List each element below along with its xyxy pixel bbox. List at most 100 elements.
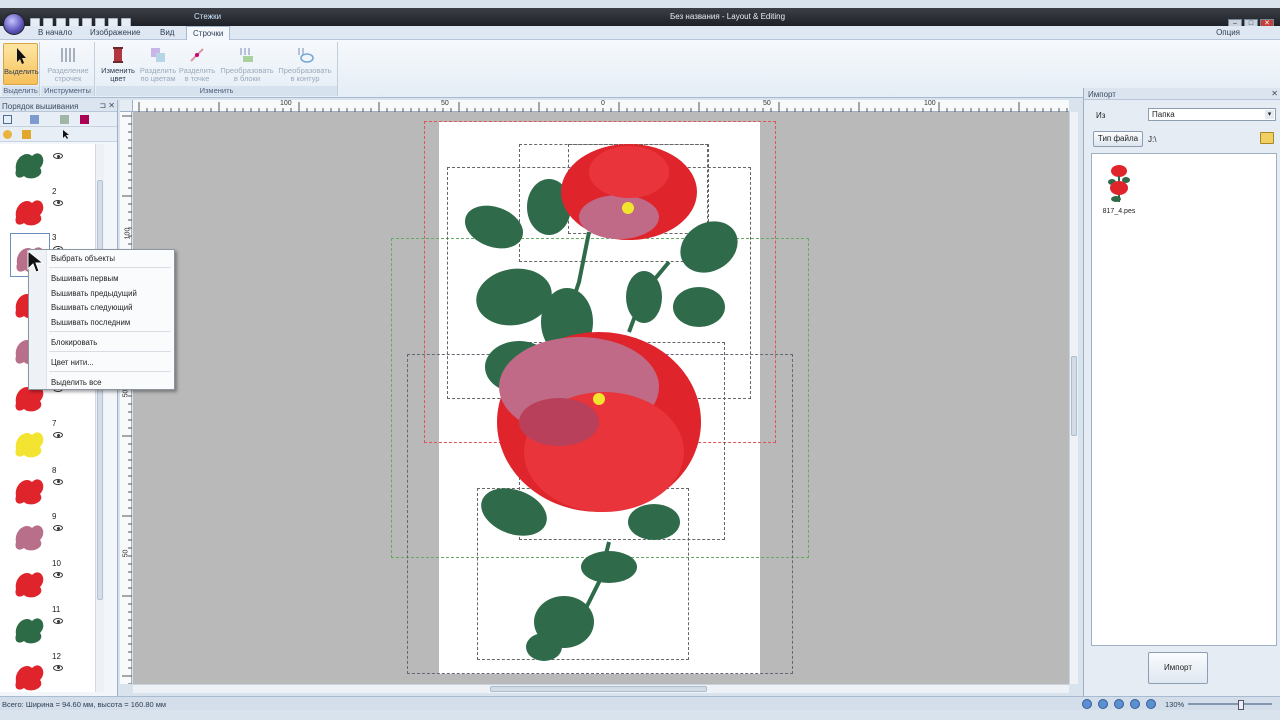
- sewing-order-panel: Порядок вышивания ⊐ ✕ 2 3 7 8 9 10 11 12: [0, 100, 118, 696]
- ribbon-group-select: Выделить Выделить: [2, 42, 40, 96]
- list-item-number: 11: [52, 605, 61, 614]
- eye-icon[interactable]: [53, 432, 63, 438]
- list-item[interactable]: [10, 144, 94, 184]
- eye-icon[interactable]: [53, 664, 63, 671]
- application-menu-button[interactable]: [3, 13, 25, 35]
- menu-item-sew-last[interactable]: Вышивать последним: [51, 318, 130, 327]
- scrollbar-thumb[interactable]: [97, 180, 103, 600]
- change-color-button[interactable]: Изменить цвет: [98, 43, 138, 83]
- split-stitches-button[interactable]: Разделение строчек: [44, 43, 92, 83]
- eye-icon[interactable]: [53, 571, 63, 578]
- embroidery-design: [464, 144, 738, 661]
- zoom-slider[interactable]: [1188, 700, 1272, 710]
- convert-to-blocks-button[interactable]: Преобразовать в блоки: [218, 43, 276, 83]
- eye-icon[interactable]: [53, 618, 63, 624]
- file-name: 817_4.pes: [1102, 208, 1136, 215]
- ruler-label: 50: [122, 549, 130, 558]
- list-item[interactable]: 10: [10, 559, 94, 603]
- options-menu[interactable]: Опция: [1216, 28, 1240, 37]
- list-item[interactable]: 9: [10, 512, 94, 556]
- visibility-toggle-icon[interactable]: [3, 130, 12, 139]
- tab-home[interactable]: В начало: [38, 28, 72, 37]
- view-icon[interactable]: [1130, 699, 1140, 709]
- list-item[interactable]: 7: [10, 419, 94, 463]
- list-item[interactable]: 8: [10, 466, 94, 510]
- panel-pin-close-icon[interactable]: ⊐ ✕: [99, 101, 115, 110]
- menu-separator: [49, 371, 171, 372]
- list-item-number: 2: [52, 186, 57, 196]
- convert-outline-icon: [295, 45, 315, 65]
- menu-item-select-objects[interactable]: Выбрать объекты: [51, 254, 115, 263]
- convert-to-outline-label: Преобразовать в контур: [278, 66, 332, 83]
- pointer-icon[interactable]: [62, 130, 71, 139]
- color-block-thumbnail: [10, 144, 50, 184]
- panel-close-icon[interactable]: ✕: [1271, 89, 1278, 98]
- import-panel-title-text: Импорт: [1088, 90, 1116, 99]
- tab-image[interactable]: Изображение: [90, 28, 140, 37]
- menu-item-lock[interactable]: Блокировать: [51, 338, 97, 347]
- list-item[interactable]: 2: [10, 187, 94, 231]
- menu-item-thread-color[interactable]: Цвет нити...: [51, 358, 94, 367]
- from-label: Из: [1096, 111, 1106, 120]
- file-type-button[interactable]: Тип файла: [1093, 131, 1143, 147]
- canvas-vertical-scrollbar[interactable]: [1069, 112, 1078, 684]
- tab-stitches[interactable]: Строчки: [186, 26, 231, 40]
- view-icon[interactable]: [1146, 699, 1156, 709]
- folder-icon[interactable]: [1260, 132, 1274, 144]
- tab-view[interactable]: Вид: [160, 28, 174, 37]
- select-button[interactable]: Выделить: [3, 43, 39, 85]
- menu-item-sew-first[interactable]: Вышивать первым: [51, 274, 118, 283]
- eye-icon[interactable]: [53, 199, 63, 206]
- spool-icon: [108, 45, 128, 65]
- ruler-corner: [120, 100, 133, 112]
- list-item-number: 12: [52, 651, 61, 661]
- ribbon-group-label: Выделить: [2, 86, 39, 96]
- canvas-horizontal-scrollbar[interactable]: [133, 684, 1069, 693]
- design-canvas[interactable]: [133, 112, 1069, 684]
- list-item[interactable]: 11: [10, 605, 94, 649]
- list-item[interactable]: 12: [10, 652, 94, 693]
- view-icon[interactable]: [1082, 699, 1092, 709]
- sewing-order-scrollbar[interactable]: [95, 144, 104, 692]
- split-point-icon: [187, 45, 207, 65]
- menu-item-sew-previous[interactable]: Вышивать предыдущий: [51, 289, 137, 298]
- select-frame-icon[interactable]: [3, 115, 12, 124]
- convert-to-outline-button[interactable]: Преобразовать в контур: [276, 43, 334, 83]
- split-at-point-button[interactable]: Разделить в точке: [178, 43, 216, 83]
- select-button-label: Выделить: [4, 67, 39, 76]
- import-button[interactable]: Импорт: [1148, 652, 1208, 684]
- sewing-order-list[interactable]: 2 3 7 8 9 10 11 12: [0, 144, 104, 692]
- split-by-colors-label: Разделить по цветам: [139, 66, 177, 83]
- view-icon[interactable]: [1114, 699, 1124, 709]
- window-title: Без названия - Layout & Editing: [670, 12, 786, 21]
- scrollbar-thumb[interactable]: [490, 686, 707, 692]
- ruler-label: 100: [280, 100, 292, 107]
- ruler-label: 100: [924, 100, 936, 107]
- red-top-flower: [561, 144, 697, 240]
- red-main-flower: [497, 332, 701, 512]
- from-select[interactable]: Папка ▾: [1148, 108, 1276, 121]
- split-colors-icon: [148, 45, 168, 65]
- scrollbar-thumb[interactable]: [1071, 356, 1077, 436]
- split-stitches-label: Разделение строчек: [47, 66, 89, 83]
- stop-icon[interactable]: [80, 115, 89, 124]
- menu-separator: [49, 267, 171, 268]
- color-block-thumbnail: [10, 419, 50, 463]
- group-icon[interactable]: [30, 115, 39, 124]
- convert-blocks-icon: [237, 45, 257, 65]
- ungroup-icon[interactable]: [60, 115, 69, 124]
- color-block-thumbnail: [10, 466, 50, 510]
- split-by-colors-button[interactable]: Разделить по цветам: [138, 43, 178, 83]
- sewing-order-title-text: Порядок вышивания: [2, 102, 79, 111]
- menu-item-sew-next[interactable]: Вышивать следующий: [51, 303, 132, 312]
- view-icon[interactable]: [1098, 699, 1108, 709]
- color-block-thumbnail: [10, 559, 50, 603]
- eye-icon[interactable]: [53, 525, 63, 531]
- menu-item-select-all[interactable]: Выделить все: [51, 378, 101, 387]
- ruler-label: 100: [124, 227, 132, 240]
- eye-icon[interactable]: [53, 478, 63, 485]
- title-bar: Стежки Без названия - Layout & Editing –…: [0, 8, 1280, 29]
- file-item[interactable]: 817_4.pes: [1102, 162, 1136, 215]
- eye-icon[interactable]: [53, 153, 63, 159]
- lock-icon[interactable]: [22, 130, 31, 139]
